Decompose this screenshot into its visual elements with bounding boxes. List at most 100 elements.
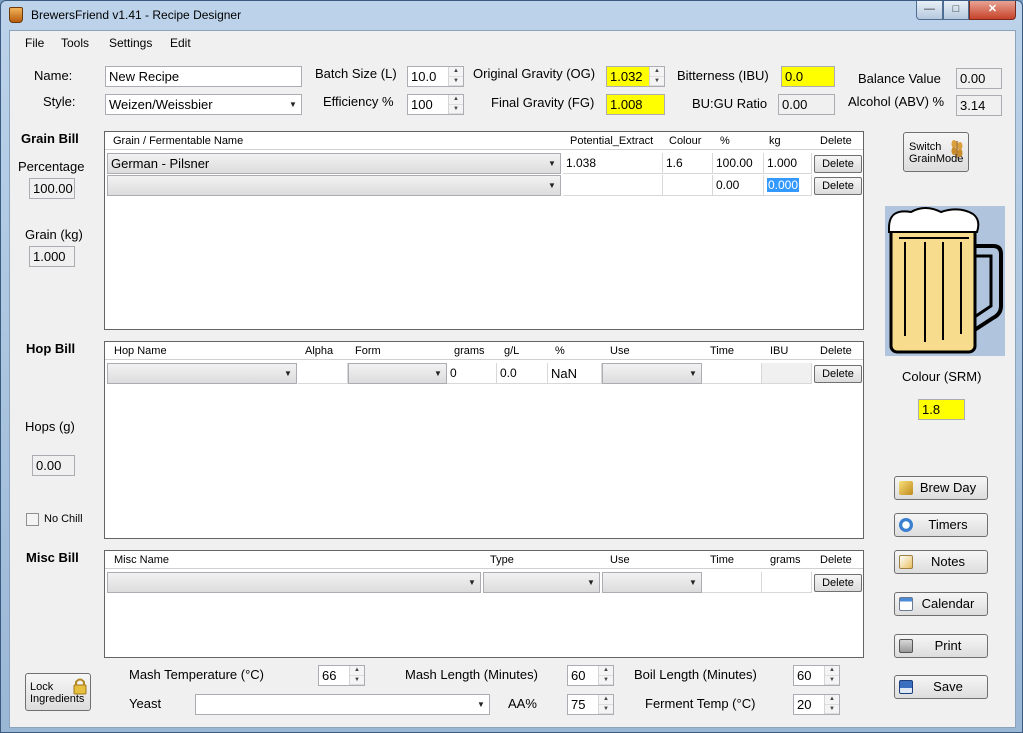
spin-down-icon[interactable]: ▼ [825, 705, 839, 714]
grain-name-select[interactable]: German - Pilsner ▼ [107, 153, 561, 174]
percent-cell[interactable]: 100.00 [713, 153, 764, 174]
col-time[interactable]: Time [710, 345, 734, 357]
grams-cell[interactable] [762, 572, 812, 593]
delete-button[interactable]: Delete [814, 365, 862, 383]
hop-table[interactable]: Hop Name Alpha Form grams g/L % Use Time… [104, 341, 864, 539]
col-use[interactable]: Use [610, 345, 630, 357]
chevron-down-icon[interactable]: ▼ [583, 573, 599, 592]
col-alpha[interactable]: Alpha [305, 345, 333, 357]
calendar-button[interactable]: Calendar [894, 592, 988, 616]
yeast-select[interactable]: ▼ [195, 694, 490, 715]
misc-type-select[interactable]: ▼ [483, 572, 600, 593]
save-button[interactable]: Save [894, 675, 988, 699]
colour-cell[interactable] [663, 175, 713, 196]
maximize-button[interactable]: □ [943, 1, 969, 20]
spin-up-icon[interactable]: ▲ [650, 67, 664, 77]
aa-spinner[interactable]: ▲ ▼ [598, 695, 613, 714]
col-use[interactable]: Use [610, 554, 630, 566]
style-select[interactable]: Weizen/Weissbier ▼ [105, 94, 302, 115]
grams-cell[interactable]: 0 [447, 363, 497, 384]
ferment-temp-spinner[interactable]: ▲ ▼ [824, 695, 839, 714]
colour-cell[interactable]: 1.6 [663, 153, 713, 174]
spin-up-icon[interactable]: ▲ [599, 695, 613, 705]
col-colour[interactable]: Colour [669, 135, 701, 147]
hop-name-select[interactable]: ▼ [107, 363, 297, 384]
use-select[interactable]: ▼ [602, 363, 702, 384]
form-select[interactable]: ▼ [348, 363, 447, 384]
misc-table[interactable]: Misc Name Type Use Time grams Delete ▼ ▼… [104, 550, 864, 658]
time-cell[interactable] [702, 572, 762, 593]
aa-input[interactable]: 75 ▲ ▼ [567, 694, 614, 715]
spin-up-icon[interactable]: ▲ [825, 695, 839, 705]
col-time[interactable]: Time [710, 554, 734, 566]
misc-name-select[interactable]: ▼ [107, 572, 481, 593]
grain-table[interactable]: Grain / Fermentable Name Potential_Extra… [104, 131, 864, 330]
mash-temp-input[interactable]: 66 ▲ ▼ [318, 665, 365, 686]
col-grams[interactable]: grams [454, 345, 485, 357]
spin-up-icon[interactable]: ▲ [350, 666, 364, 676]
col-hop-name[interactable]: Hop Name [114, 345, 167, 357]
chevron-down-icon[interactable]: ▼ [430, 364, 446, 383]
boil-length-spinner[interactable]: ▲ ▼ [824, 666, 839, 685]
minimize-button[interactable]: — [916, 1, 943, 20]
spin-down-icon[interactable]: ▼ [650, 77, 664, 86]
spin-down-icon[interactable]: ▼ [599, 676, 613, 685]
spin-up-icon[interactable]: ▲ [825, 666, 839, 676]
chevron-down-icon[interactable]: ▼ [685, 364, 701, 383]
spin-down-icon[interactable]: ▼ [449, 77, 463, 86]
spin-up-icon[interactable]: ▲ [599, 666, 613, 676]
col-delete[interactable]: Delete [820, 135, 852, 147]
no-chill-checkbox[interactable] [26, 513, 39, 526]
spin-down-icon[interactable]: ▼ [825, 676, 839, 685]
chevron-down-icon[interactable]: ▼ [464, 573, 480, 592]
menu-tools[interactable]: Tools [61, 36, 89, 50]
name-input[interactable]: New Recipe [105, 66, 302, 87]
spin-down-icon[interactable]: ▼ [599, 705, 613, 714]
col-form[interactable]: Form [355, 345, 381, 357]
og-input[interactable]: 1.032 ▲ ▼ [606, 66, 665, 87]
chevron-down-icon[interactable]: ▼ [280, 364, 296, 383]
chevron-down-icon[interactable]: ▼ [544, 176, 560, 195]
col-misc-name[interactable]: Misc Name [114, 554, 169, 566]
grain-name-select[interactable]: ▼ [107, 175, 561, 196]
delete-button[interactable]: Delete [814, 574, 862, 592]
boil-length-input[interactable]: 60 ▲ ▼ [793, 665, 840, 686]
extract-cell[interactable] [563, 175, 663, 196]
switch-grainmode-button[interactable]: Switch GrainMode [903, 132, 969, 172]
percent-cell[interactable]: NaN [548, 363, 602, 384]
print-button[interactable]: Print [894, 634, 988, 658]
chevron-down-icon[interactable]: ▼ [544, 154, 560, 173]
og-spinner[interactable]: ▲ ▼ [649, 67, 664, 86]
col-percent[interactable]: % [555, 345, 565, 357]
percent-cell[interactable]: 0.00 [713, 175, 764, 196]
misc-use-select[interactable]: ▼ [602, 572, 702, 593]
col-potential-extract[interactable]: Potential_Extract [570, 135, 653, 147]
alpha-cell[interactable] [298, 363, 348, 384]
kg-cell[interactable]: 1.000 [764, 153, 812, 174]
col-grain-name[interactable]: Grain / Fermentable Name [113, 135, 243, 147]
col-delete[interactable]: Delete [820, 345, 852, 357]
chevron-down-icon[interactable]: ▼ [473, 695, 489, 714]
col-kg[interactable]: kg [769, 135, 781, 147]
extract-cell[interactable]: 1.038 [563, 153, 663, 174]
kg-cell[interactable]: 0.000 [764, 175, 812, 196]
notes-button[interactable]: Notes [894, 550, 988, 574]
delete-button[interactable]: Delete [814, 177, 862, 195]
spin-down-icon[interactable]: ▼ [449, 105, 463, 114]
mash-length-input[interactable]: 60 ▲ ▼ [567, 665, 614, 686]
close-button[interactable]: ✕ [969, 1, 1016, 20]
menu-file[interactable]: File [25, 36, 44, 50]
efficiency-spinner[interactable]: ▲ ▼ [448, 95, 463, 114]
gl-cell[interactable]: 0.0 [497, 363, 548, 384]
efficiency-input[interactable]: 100 ▲ ▼ [407, 94, 464, 115]
batch-size-spinner[interactable]: ▲ ▼ [448, 67, 463, 86]
batch-size-input[interactable]: 10.0 ▲ ▼ [407, 66, 464, 87]
delete-button[interactable]: Delete [814, 155, 862, 173]
col-type[interactable]: Type [490, 554, 514, 566]
mash-temp-spinner[interactable]: ▲ ▼ [349, 666, 364, 685]
spin-up-icon[interactable]: ▲ [449, 95, 463, 105]
col-ibu[interactable]: IBU [770, 345, 788, 357]
menu-settings[interactable]: Settings [109, 36, 152, 50]
lock-ingredients-button[interactable]: Lock Ingredients [25, 673, 91, 711]
chevron-down-icon[interactable]: ▼ [285, 95, 301, 114]
